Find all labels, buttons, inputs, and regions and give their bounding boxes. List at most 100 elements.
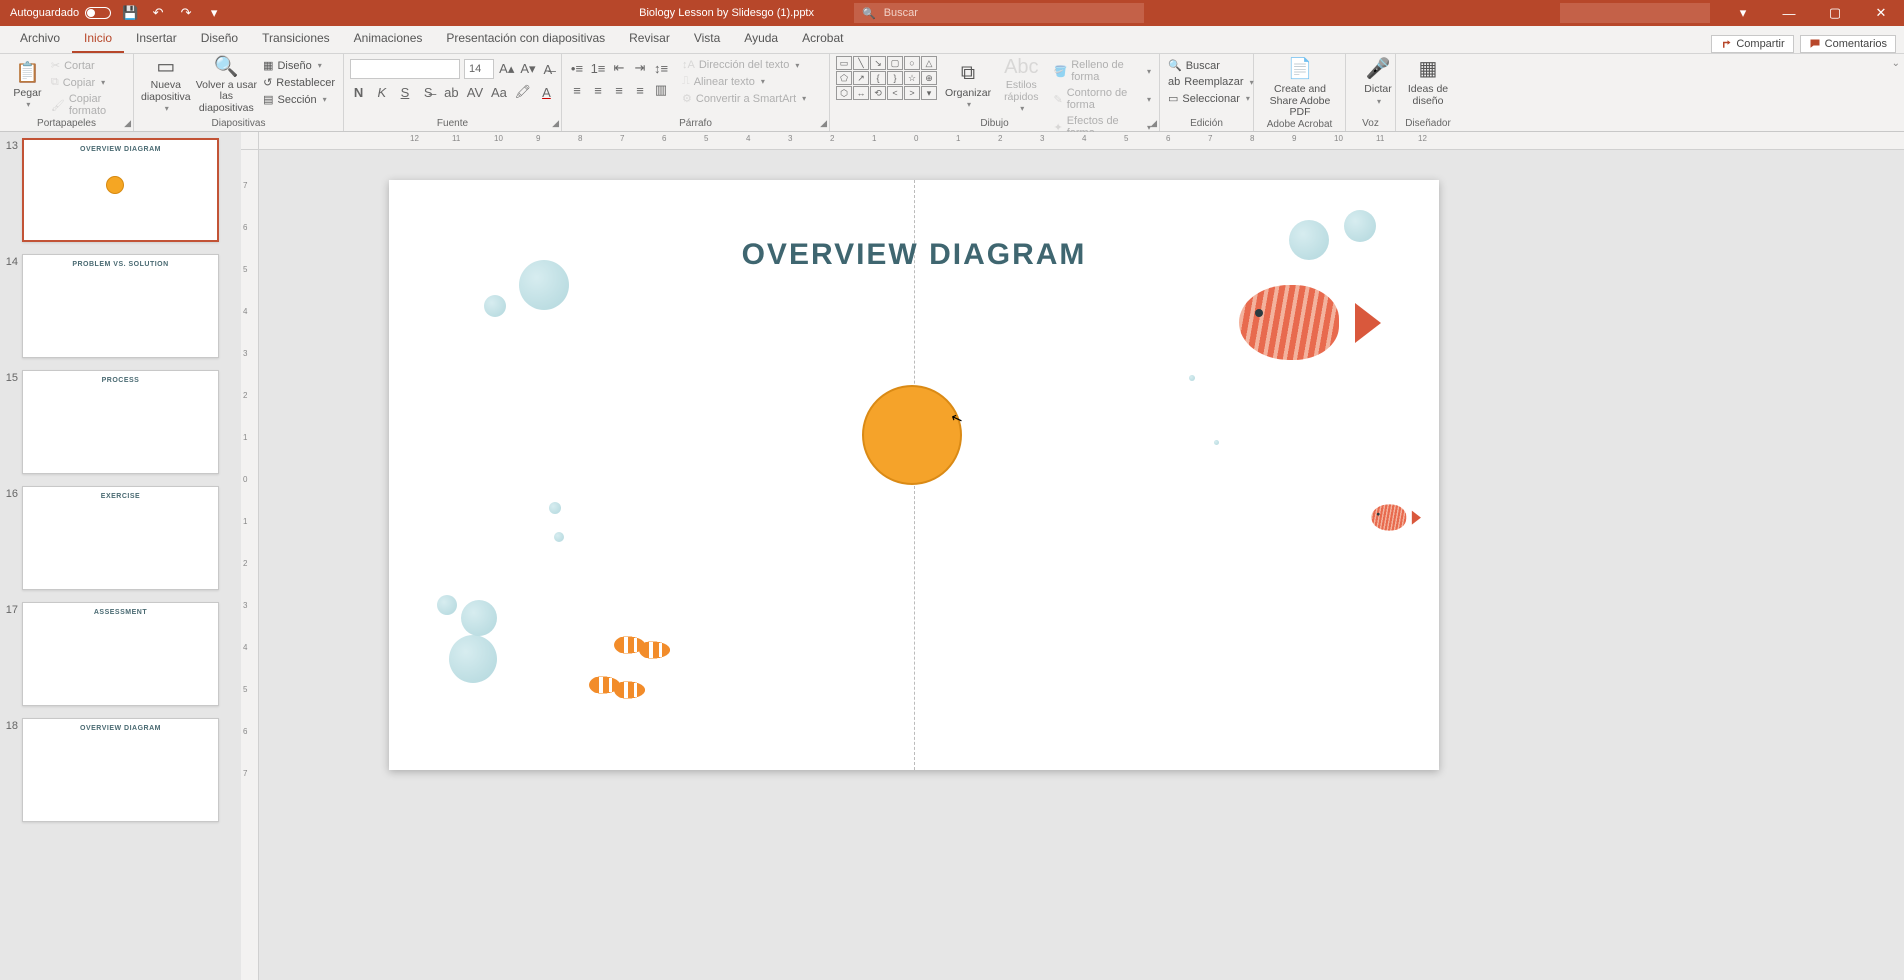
clownfish-decor xyxy=(614,680,648,700)
dialog-launcher-paragraph[interactable]: ◢ xyxy=(820,118,827,129)
design-ideas-button[interactable]: ▦Ideas de diseño xyxy=(1402,56,1454,107)
font-color-icon[interactable]: A xyxy=(538,83,555,101)
copy-button[interactable]: ⧉Copiar▾ xyxy=(49,75,127,90)
line-spacing-icon[interactable]: ↕≡ xyxy=(652,59,670,77)
vertical-ruler[interactable]: 765432101234567 xyxy=(241,150,259,980)
smartart-button[interactable]: ⚙Convertir a SmartArt▾ xyxy=(680,91,808,106)
horizontal-ruler[interactable]: 1211109876543210123456789101112 xyxy=(259,132,1904,150)
autosave-switch[interactable] xyxy=(85,7,111,19)
menu-tab-transiciones[interactable]: Transiciones xyxy=(250,26,342,53)
menu-tab-archivo[interactable]: Archivo xyxy=(8,26,72,53)
slide-thumbnail[interactable]: EXERCISE xyxy=(22,486,219,590)
numbering-icon[interactable]: 1≡ xyxy=(589,59,607,77)
menu-tab-insertar[interactable]: Insertar xyxy=(124,26,189,53)
ideas-icon: ▦ xyxy=(1414,56,1442,82)
autosave-toggle[interactable]: Autoguardado xyxy=(10,7,111,19)
find-button[interactable]: 🔍Buscar xyxy=(1166,58,1247,73)
spacing-icon[interactable]: AV xyxy=(466,83,484,101)
section-button[interactable]: ▤Sección▾ xyxy=(261,92,337,107)
shadow-icon[interactable]: ab xyxy=(443,83,460,101)
cut-button[interactable]: ✂Cortar xyxy=(49,58,127,73)
comments-button[interactable]: Comentarios xyxy=(1800,35,1896,53)
slide-thumbnail[interactable]: ASSESSMENT xyxy=(22,602,219,706)
select-button[interactable]: ▭Seleccionar▾ xyxy=(1166,91,1247,106)
ribbon-display-options[interactable]: ▾ xyxy=(1720,0,1766,26)
align-text-button[interactable]: ⎍Alinear texto▾ xyxy=(680,74,808,89)
slide-canvas[interactable]: OVERVIEW DIAGRAM ↖ xyxy=(389,180,1439,770)
share-button[interactable]: Compartir xyxy=(1711,35,1793,53)
window-close[interactable]: ✕ xyxy=(1858,0,1904,26)
menu-tab-ayuda[interactable]: Ayuda xyxy=(732,26,790,53)
save-icon[interactable]: 💾 xyxy=(121,4,139,22)
bullets-icon[interactable]: •≡ xyxy=(568,59,586,77)
columns-icon[interactable]: ▥ xyxy=(652,81,670,99)
replace-button[interactable]: abReemplazar▾ xyxy=(1166,75,1247,89)
slide-editor[interactable]: OVERVIEW DIAGRAM ↖ xyxy=(259,150,1904,980)
new-slide-button[interactable]: ▭Nueva diapositiva▾ xyxy=(140,56,192,114)
menu-tab-diseño[interactable]: Diseño xyxy=(189,26,250,53)
text-direction-button[interactable]: ↕ADirección del texto▾ xyxy=(680,58,808,72)
group-title-designer: Diseñador xyxy=(1402,118,1454,131)
reuse-slides-button[interactable]: 🔍Volver a usar las diapositivas xyxy=(192,56,261,114)
align-center-icon[interactable]: ≡ xyxy=(589,81,607,99)
ribbon: 📋 Pegar ▾ ✂Cortar ⧉Copiar▾ 🖌Copiar forma… xyxy=(0,54,1904,132)
underline-icon[interactable]: S xyxy=(396,83,413,101)
increase-font-icon[interactable]: A▴ xyxy=(498,60,515,78)
clear-format-icon[interactable]: A̶ xyxy=(541,60,555,78)
window-maximize[interactable]: ▢ xyxy=(1812,0,1858,26)
font-size-input[interactable]: 14 xyxy=(464,59,494,79)
case-icon[interactable]: Aa xyxy=(490,83,508,101)
justify-icon[interactable]: ≡ xyxy=(631,81,649,99)
slide-thumbnail[interactable]: PROCESS xyxy=(22,370,219,474)
user-account[interactable] xyxy=(1560,3,1710,23)
undo-icon[interactable]: ↶ xyxy=(149,4,167,22)
decrease-font-icon[interactable]: A▾ xyxy=(519,60,536,78)
bubble-decor xyxy=(549,502,561,514)
align-right-icon[interactable]: ≡ xyxy=(610,81,628,99)
slide-thumbnail[interactable]: OVERVIEW DIAGRAM xyxy=(22,718,219,822)
redo-icon[interactable]: ↷ xyxy=(177,4,195,22)
align-text-icon: ⎍ xyxy=(682,75,690,88)
bubble-decor xyxy=(437,595,457,615)
search-box[interactable]: 🔍 Buscar xyxy=(854,3,1144,23)
menu-tab-revisar[interactable]: Revisar xyxy=(617,26,682,53)
dialog-launcher-drawing[interactable]: ◢ xyxy=(1150,118,1157,129)
italic-icon[interactable]: K xyxy=(373,83,390,101)
bold-icon[interactable]: N xyxy=(350,83,367,101)
slide-thumbnail[interactable]: PROBLEM VS. SOLUTION xyxy=(22,254,219,358)
menu-tab-vista[interactable]: Vista xyxy=(682,26,732,53)
shape-outline-button[interactable]: ✎Contorno de forma▾ xyxy=(1051,86,1153,112)
strike-icon[interactable]: S̶ xyxy=(420,83,437,101)
format-painter-button[interactable]: 🖌Copiar formato xyxy=(49,92,127,118)
dialog-launcher-font[interactable]: ◢ xyxy=(552,118,559,129)
shapes-gallery[interactable]: ▭╲↘▢○△ ⬠↗{}☆⊕ ⬡↔⟲<>▾ xyxy=(836,56,937,114)
slide-number: 15 xyxy=(2,370,18,474)
align-left-icon[interactable]: ≡ xyxy=(568,81,586,99)
menu-tab-inicio[interactable]: Inicio xyxy=(72,26,124,53)
arrange-button[interactable]: ⧉Organizar▾ xyxy=(945,56,991,114)
group-title-drawing: Dibujo xyxy=(836,118,1153,131)
slideshow-icon[interactable]: ▾ xyxy=(205,4,223,22)
bubble-decor xyxy=(1214,440,1219,445)
dialog-launcher-clipboard[interactable]: ◢ xyxy=(124,118,131,129)
menu-tab-acrobat[interactable]: Acrobat xyxy=(790,26,855,53)
select-icon: ▭ xyxy=(1168,92,1178,105)
create-pdf-button[interactable]: 📄 Create and Share Adobe PDF xyxy=(1260,56,1340,119)
quick-styles-button[interactable]: AbcEstilos rápidos▾ xyxy=(999,56,1043,114)
shape-fill-button[interactable]: 🪣Relleno de forma▾ xyxy=(1051,58,1153,84)
reset-button[interactable]: ↺Restablecer xyxy=(261,75,337,90)
menu-tab-animaciones[interactable]: Animaciones xyxy=(342,26,435,53)
slide-panel[interactable]: 13OVERVIEW DIAGRAM14PROBLEM VS. SOLUTION… xyxy=(0,132,225,980)
font-name-input[interactable] xyxy=(350,59,460,79)
layout-button[interactable]: ▦Diseño▾ xyxy=(261,58,337,73)
slide-thumbnail[interactable]: OVERVIEW DIAGRAM xyxy=(22,138,219,242)
window-minimize[interactable]: — xyxy=(1766,0,1812,26)
decrease-indent-icon[interactable]: ⇤ xyxy=(610,59,628,77)
increase-indent-icon[interactable]: ⇥ xyxy=(631,59,649,77)
group-title-acrobat: Adobe Acrobat xyxy=(1260,119,1339,132)
collapse-ribbon-icon[interactable]: ⌄ xyxy=(1892,58,1900,69)
orange-circle-shape[interactable] xyxy=(862,385,962,485)
menu-tab-presentación-con-diapositivas[interactable]: Presentación con diapositivas xyxy=(434,26,617,53)
highlight-icon[interactable]: 🖍 xyxy=(514,83,532,101)
paste-button[interactable]: 📋 Pegar ▾ xyxy=(6,56,49,114)
